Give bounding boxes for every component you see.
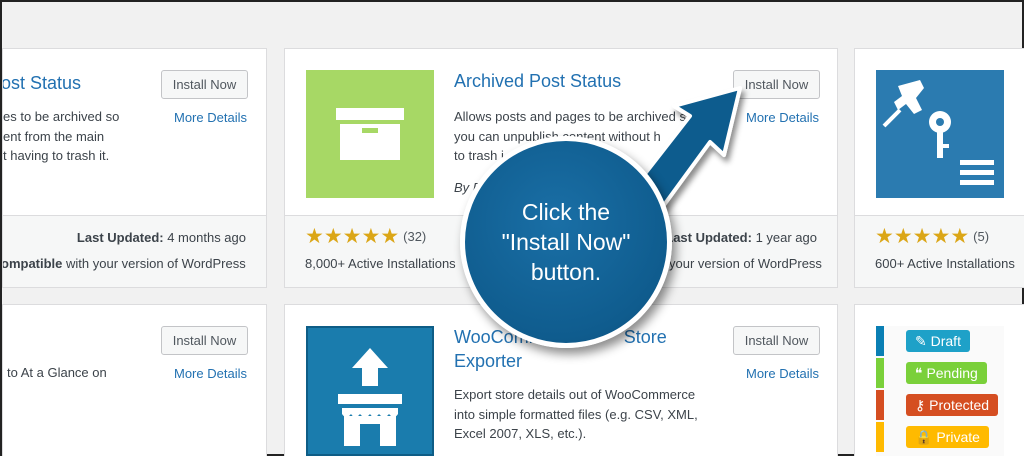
lock-icon: 🔒 [915,429,933,445]
star-icon: ★ [875,225,894,248]
more-details-link[interactable]: More Details [746,110,819,125]
desc-line: es to be archived so [3,109,120,124]
last-updated-value: 1 year ago [755,230,817,245]
desc-line: to At a Glance on [7,365,107,380]
star-icon: ★ [342,225,362,248]
status-pill-private: 🔒 Private [906,426,989,448]
last-updated: Last Updated: 4 months ago [77,230,246,245]
desc-line: ent from the main [3,128,105,144]
plugin-card-bottom-left: Install Now More Details to At a Glance … [2,304,267,456]
plugin-card-top-right: ★ ★ ★ ★ ★ (5) 600+ Active Installations [854,48,1024,288]
title-part[interactable]: Store [624,327,667,347]
archive-box-icon[interactable] [306,70,434,198]
rating-count[interactable]: (5) [973,229,989,244]
plugin-title[interactable]: Archived Post Status [454,69,621,93]
star-icon: ★ [305,225,324,248]
star-icon: ★ [893,225,913,248]
compat-text: with your version of WordPress [66,256,246,271]
star-icon: ★ [323,225,343,248]
compat-label: ompatible [2,256,63,271]
last-updated-value: 4 months ago [167,230,246,245]
status-row-draft: ✎ Draft [876,326,1004,356]
status-label: Protected [929,397,990,413]
more-details-link[interactable]: More Details [746,366,819,381]
status-pill-pending: ❝ Pending [906,362,987,384]
plugin-card-footer: ★ ★ ★ ★ ★ (5) 600+ Active Installations [855,215,1024,287]
last-updated-label: Last Updated: [665,230,752,245]
install-now-button[interactable]: Install Now [161,326,248,355]
status-label: Draft [930,333,961,349]
desc-line: Export store details out of WooCommerce [454,387,696,402]
title-part[interactable]: Exporter [454,351,522,371]
status-label: Pending [926,365,978,381]
more-details-link[interactable]: More Details [174,366,247,381]
compat-text: your version of WordPress [669,256,822,271]
pencil-icon: ✎ [915,333,927,349]
desc-line: Excel 2007, XLS, etc.). [454,426,587,441]
plugin-title[interactable]: ost Status [3,71,81,95]
callout-line: Click the [521,199,611,225]
status-row-protected: ⚷ Protected [876,390,1004,420]
key-icon: ⚷ [915,397,926,413]
plugin-card-post-status-labels: ✎ Draft ❝ Pending ⚷ Protected 🔒 Private [854,304,1024,456]
star-icon: ★ [931,225,951,248]
store-upload-icon[interactable] [306,326,434,456]
status-labels-thumb[interactable]: ✎ Draft ❝ Pending ⚷ Protected 🔒 Private [876,326,1004,456]
pin-key-icon[interactable] [876,70,1004,198]
comments-icon: ❝ [915,365,923,381]
plugin-description: Export store details out of WooCommerce … [454,385,698,444]
callout-line: "Install Now" [501,229,631,255]
desc-line: into simple formatted files (e.g. CSV, X… [454,406,698,422]
callout-bubble: Click the "Install Now" button. [460,136,672,348]
compatibility: ompatible with your version of WordPress [2,256,246,271]
plugin-card-footer: Last Updated: 4 months ago ompatible wit… [3,215,266,287]
star-icon: ★ [361,225,381,248]
plugin-card-top-left: ost Status Install Now More Details es t… [2,48,267,288]
last-updated: Last Updated: 1 year ago [665,230,817,245]
install-now-button[interactable]: Install Now [733,326,820,355]
desc-line: t having to trash it. [3,148,110,163]
star-rating: ★ ★ ★ ★ ★ (5) [875,224,989,249]
status-label: Private [936,429,980,445]
active-installs: 600+ Active Installations [875,256,1015,271]
plugin-description: es to be archived so ent from the main t… [3,107,119,166]
install-now-button[interactable]: Install Now [733,70,820,99]
rating-count[interactable]: (32) [403,229,426,244]
install-now-button[interactable]: Install Now [161,70,248,99]
callout-line: button. [530,259,602,285]
status-row-pending: ❝ Pending [876,358,1004,388]
star-icon: ★ [950,225,970,248]
compatibility: your version of WordPress [669,256,822,271]
active-installs: 8,000+ Active Installations [305,256,456,271]
status-pill-draft: ✎ Draft [906,330,970,352]
desc-line: Allows posts and pages to be archived s [454,109,686,124]
callout-text: Click the "Install Now" button. [502,197,631,287]
star-icon: ★ [380,225,400,248]
last-updated-label: Last Updated: [76,230,164,245]
star-icon: ★ [912,225,932,248]
plugin-description: to At a Glance on [7,363,107,383]
status-row-private: 🔒 Private [876,422,1004,452]
star-rating: ★ ★ ★ ★ ★ (32) [305,224,426,249]
more-details-link[interactable]: More Details [174,110,247,125]
status-pill-protected: ⚷ Protected [906,394,999,416]
